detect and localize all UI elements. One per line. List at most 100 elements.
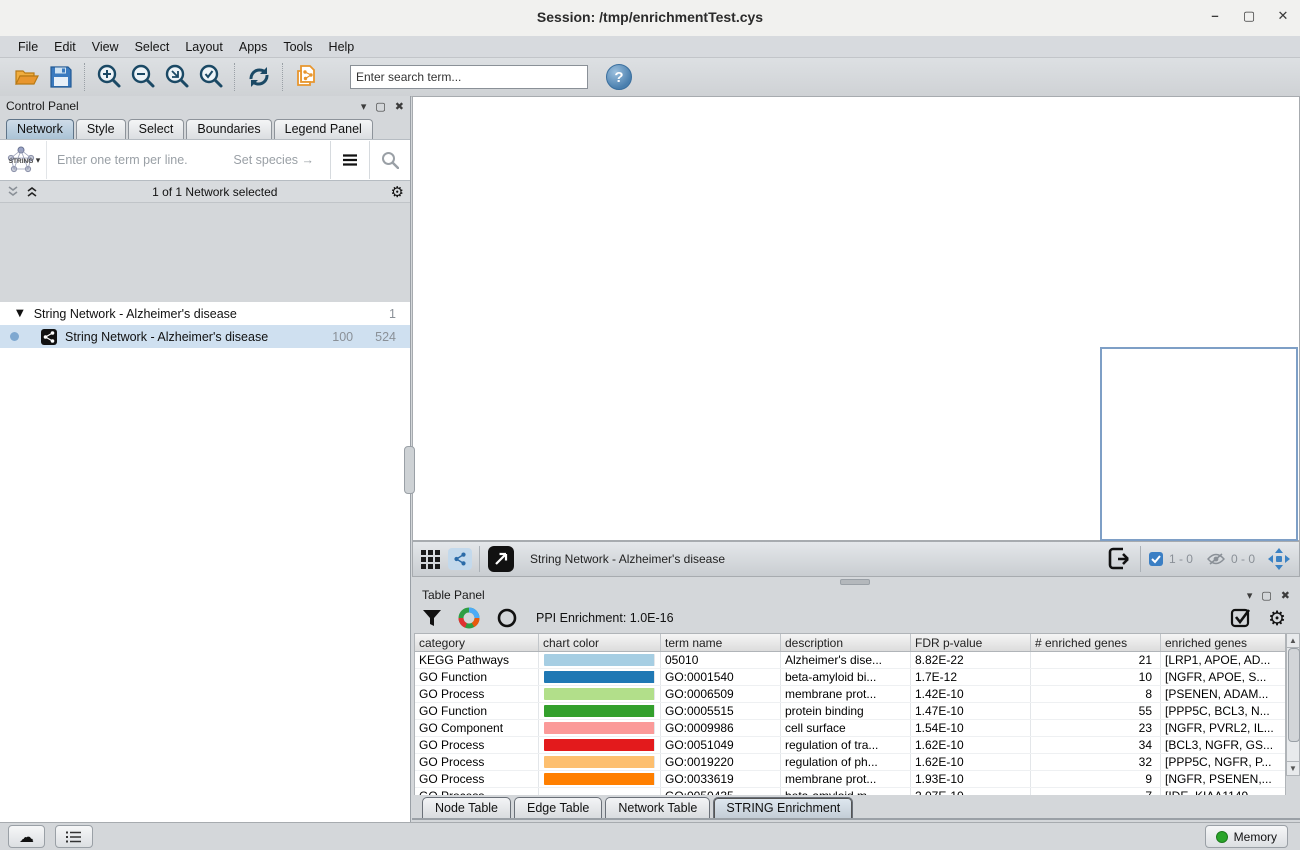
cell-description: regulation of tra... <box>781 737 911 753</box>
tab-edge-table[interactable]: Edge Table <box>514 797 602 819</box>
tab-string-enrichment[interactable]: STRING Enrichment <box>713 797 853 819</box>
table-row[interactable]: GO ProcessGO:0051049regulation of tra...… <box>415 737 1285 754</box>
ring-button[interactable] <box>496 607 518 629</box>
zoom-fit-icon <box>163 63 191 91</box>
save-session-button[interactable] <box>44 61 78 93</box>
select-rows-button[interactable] <box>1230 607 1252 629</box>
window-title: Session: /tmp/enrichmentTest.cys <box>0 9 1300 25</box>
scroll-down-icon[interactable]: ▼ <box>1287 761 1299 775</box>
network-view-toolbar: String Network - Alzheimer's disease 1 -… <box>412 541 1300 577</box>
grid-button[interactable] <box>421 550 440 569</box>
vertical-splitter-grip[interactable] <box>404 446 415 494</box>
tab-legend-panel[interactable]: Legend Panel <box>274 119 373 139</box>
menu-view[interactable]: View <box>84 38 127 56</box>
table-row[interactable]: GO FunctionGO:0005515protein binding1.47… <box>415 703 1285 720</box>
help-icon[interactable]: ? <box>606 64 632 90</box>
menu-tools[interactable]: Tools <box>275 38 320 56</box>
column-header[interactable]: description <box>781 634 911 651</box>
tab-select[interactable]: Select <box>128 119 185 139</box>
cell-gene-count: 55 <box>1031 703 1161 719</box>
selected-nodes-indicator[interactable]: 1 - 0 <box>1149 552 1193 566</box>
column-header[interactable]: category <box>415 634 539 651</box>
string-logo[interactable]: STRING ▾ <box>0 141 47 179</box>
maximize-icon[interactable]: ▢ <box>1236 8 1262 28</box>
table-row[interactable]: KEGG Pathways05010Alzheimer's dise...8.8… <box>415 652 1285 669</box>
table-row[interactable]: GO ProcessGO:0050435beta-amyloid m...2.0… <box>415 788 1285 795</box>
ppi-enrichment-label: PPI Enrichment: 1.0E-16 <box>536 611 674 625</box>
string-query-input[interactable]: Enter one term per line. <box>57 153 188 167</box>
launch-view-button[interactable] <box>488 546 514 572</box>
table-row[interactable]: GO ComponentGO:0009986cell surface1.54E-… <box>415 720 1285 737</box>
search-input[interactable] <box>350 65 588 89</box>
panel-float-icon[interactable]: ▢ <box>1261 589 1271 602</box>
network-collection-row[interactable]: ▼ String Network - Alzheimer's disease 1 <box>0 302 410 325</box>
task-list-button[interactable] <box>55 825 93 848</box>
circle-outline-icon <box>496 607 518 629</box>
save-icon <box>49 65 73 89</box>
network-row[interactable]: String Network - Alzheimer's disease 100… <box>0 325 410 348</box>
hidden-nodes-indicator[interactable]: 0 - 0 <box>1207 552 1255 566</box>
menu-help[interactable]: Help <box>321 38 363 56</box>
table-row[interactable]: GO ProcessGO:0033619membrane prot...1.93… <box>415 771 1285 788</box>
table-row[interactable]: GO ProcessGO:0019220regulation of ph...1… <box>415 754 1285 771</box>
task-history-button[interactable]: ☁ <box>8 825 45 848</box>
column-header[interactable]: FDR p-value <box>911 634 1031 651</box>
open-file-button[interactable] <box>10 61 44 93</box>
export-network-button[interactable] <box>1107 546 1133 572</box>
birdseye-toggle-button[interactable] <box>1267 547 1291 571</box>
menu-apps[interactable]: Apps <box>231 38 276 56</box>
zoom-selected-button[interactable] <box>194 61 228 93</box>
string-search-button[interactable] <box>369 141 410 179</box>
expand-all-icon[interactable] <box>25 185 39 198</box>
clone-network-icon <box>293 63 321 91</box>
menu-edit[interactable]: Edit <box>46 38 84 56</box>
tree-expander-icon[interactable]: ▼ <box>16 308 24 319</box>
menu-select[interactable]: Select <box>127 38 178 56</box>
column-header[interactable]: term name <box>661 634 781 651</box>
birdseye-overview[interactable] <box>1100 347 1298 541</box>
cell-chart-color <box>539 720 661 736</box>
memory-button[interactable]: Memory <box>1205 825 1288 848</box>
scrollbar-thumb[interactable] <box>1288 648 1300 742</box>
tab-network-table[interactable]: Network Table <box>605 797 710 819</box>
panel-menu-icon[interactable]: ▾ <box>1247 589 1253 602</box>
table-header-row: categorychart colorterm namedescriptionF… <box>414 633 1286 652</box>
tab-node-table[interactable]: Node Table <box>422 797 511 819</box>
color-swatch <box>544 739 655 751</box>
close-icon[interactable]: ✕ <box>1270 8 1296 28</box>
menu-file[interactable]: File <box>10 38 46 56</box>
zoom-in-button[interactable] <box>92 61 126 93</box>
cell-term-name: GO:0009986 <box>661 720 781 736</box>
panel-menu-icon[interactable]: ▾ <box>361 100 367 113</box>
refresh-button[interactable] <box>242 61 276 93</box>
table-scrollbar[interactable]: ▲ ▼ <box>1286 633 1300 776</box>
column-header[interactable]: # enriched genes <box>1031 634 1161 651</box>
zoom-out-button[interactable] <box>126 61 160 93</box>
filter-button[interactable] <box>422 608 442 628</box>
scroll-up-icon[interactable]: ▲ <box>1287 634 1299 648</box>
status-bar: ☁ Memory <box>0 822 1300 850</box>
collapse-all-icon[interactable] <box>6 185 20 198</box>
tab-network[interactable]: Network <box>6 119 74 139</box>
string-network-button[interactable] <box>448 548 472 570</box>
table-settings-gear-icon[interactable]: ⚙ <box>1268 606 1286 630</box>
menu-layout[interactable]: Layout <box>177 38 231 56</box>
panel-close-icon[interactable]: ✖ <box>1281 589 1290 602</box>
column-header[interactable]: enriched genes <box>1161 634 1289 651</box>
cell-term-name: GO:0001540 <box>661 669 781 685</box>
network-options-gear-icon[interactable]: ⚙ <box>391 183 404 201</box>
table-row[interactable]: GO ProcessGO:0006509membrane prot...1.42… <box>415 686 1285 703</box>
table-row[interactable]: GO FunctionGO:0001540beta-amyloid bi...1… <box>415 669 1285 686</box>
panel-float-icon[interactable]: ▢ <box>375 100 385 113</box>
zoom-fit-button[interactable] <box>160 61 194 93</box>
chart-button[interactable] <box>458 607 480 629</box>
column-header[interactable]: chart color <box>539 634 661 651</box>
set-species-link[interactable]: Set species → <box>233 153 314 167</box>
tab-style[interactable]: Style <box>76 119 126 139</box>
cell-description: Alzheimer's dise... <box>781 652 911 668</box>
panel-close-icon[interactable]: ✖ <box>395 100 404 113</box>
new-network-from-selection-button[interactable] <box>290 61 324 93</box>
tab-boundaries[interactable]: Boundaries <box>186 119 271 139</box>
minimize-icon[interactable]: – <box>1202 8 1228 28</box>
string-options-button[interactable] <box>330 141 369 179</box>
